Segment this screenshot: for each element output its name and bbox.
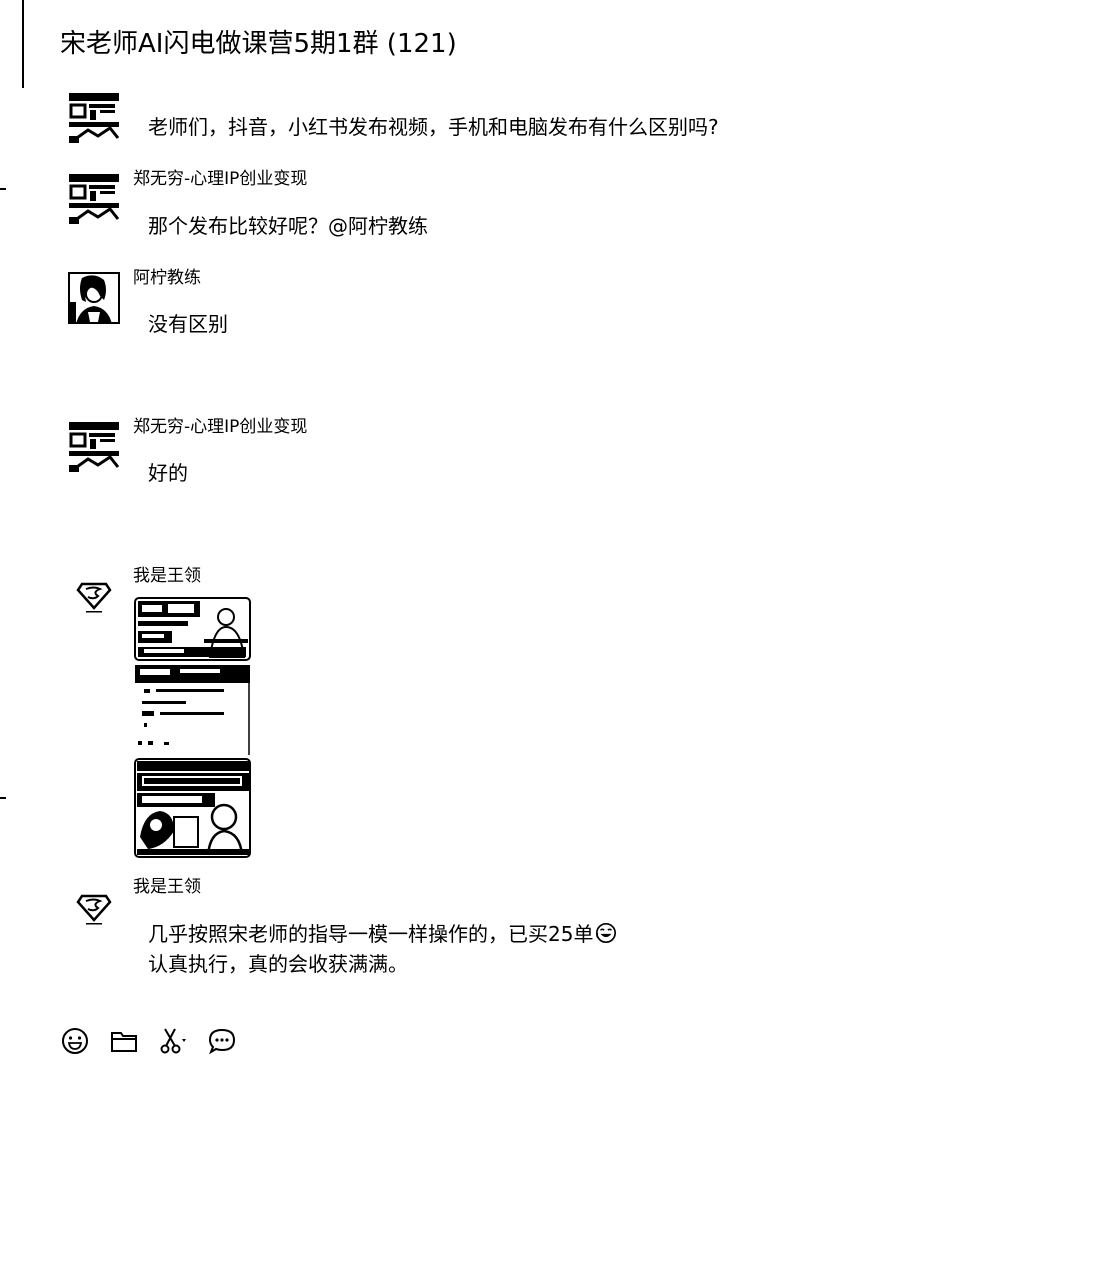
message-bubble: 几乎按照宋老师的指导一模一样操作的，已买25单 认真执行，真的会收获满满。 [148, 919, 617, 979]
laughing-face-emoji [595, 922, 617, 944]
message-text: 老师们，抖音，小红书发布视频，手机和电脑发布有什么区别吗? [148, 115, 719, 139]
message-bubble: 老师们，抖音，小红书发布视频，手机和电脑发布有什么区别吗? [148, 112, 719, 142]
edge-tick [0, 797, 6, 799]
message-text: 没有区别 [148, 312, 228, 336]
message-bubble: 好的 [148, 458, 188, 488]
member-avatar[interactable] [68, 421, 120, 473]
chat-bubble-icon[interactable] [207, 1026, 237, 1056]
emoji-icon[interactable] [60, 1026, 90, 1056]
folder-icon[interactable] [109, 1026, 139, 1056]
chat-title: 宋老师AI闪电做课营5期1群 (121) [60, 29, 457, 59]
window-edge-line [22, 0, 24, 88]
input-toolbar [60, 1025, 256, 1057]
superman-avatar[interactable] [74, 888, 114, 928]
sender-name[interactable]: 我是王领 [133, 565, 201, 587]
message-text-line: 几乎按照宋老师的指导一模一样操作的，已买25单 [148, 919, 617, 949]
superman-avatar[interactable] [74, 576, 114, 616]
coach-avatar[interactable] [68, 272, 120, 324]
scissors-icon[interactable] [158, 1026, 188, 1056]
member-avatar[interactable] [68, 92, 120, 144]
message-bubble: 那个发布比较好呢？@阿柠教练 [148, 211, 428, 241]
shared-screenshot-image[interactable] [134, 597, 252, 859]
sender-name[interactable]: 我是王领 [133, 876, 201, 898]
message-text-line: 认真执行，真的会收获满满。 [148, 952, 408, 976]
sender-name[interactable]: 郑无穷-心理IP创业变现 [133, 168, 307, 190]
message-text: 那个发布比较好呢？@阿柠教练 [148, 214, 428, 238]
message-bubble: 没有区别 [148, 309, 228, 339]
sender-name[interactable]: 阿柠教练 [133, 267, 201, 289]
edge-tick [0, 188, 6, 190]
sender-name[interactable]: 郑无穷-心理IP创业变现 [133, 416, 307, 438]
member-avatar[interactable] [68, 173, 120, 225]
message-text: 好的 [148, 461, 188, 485]
